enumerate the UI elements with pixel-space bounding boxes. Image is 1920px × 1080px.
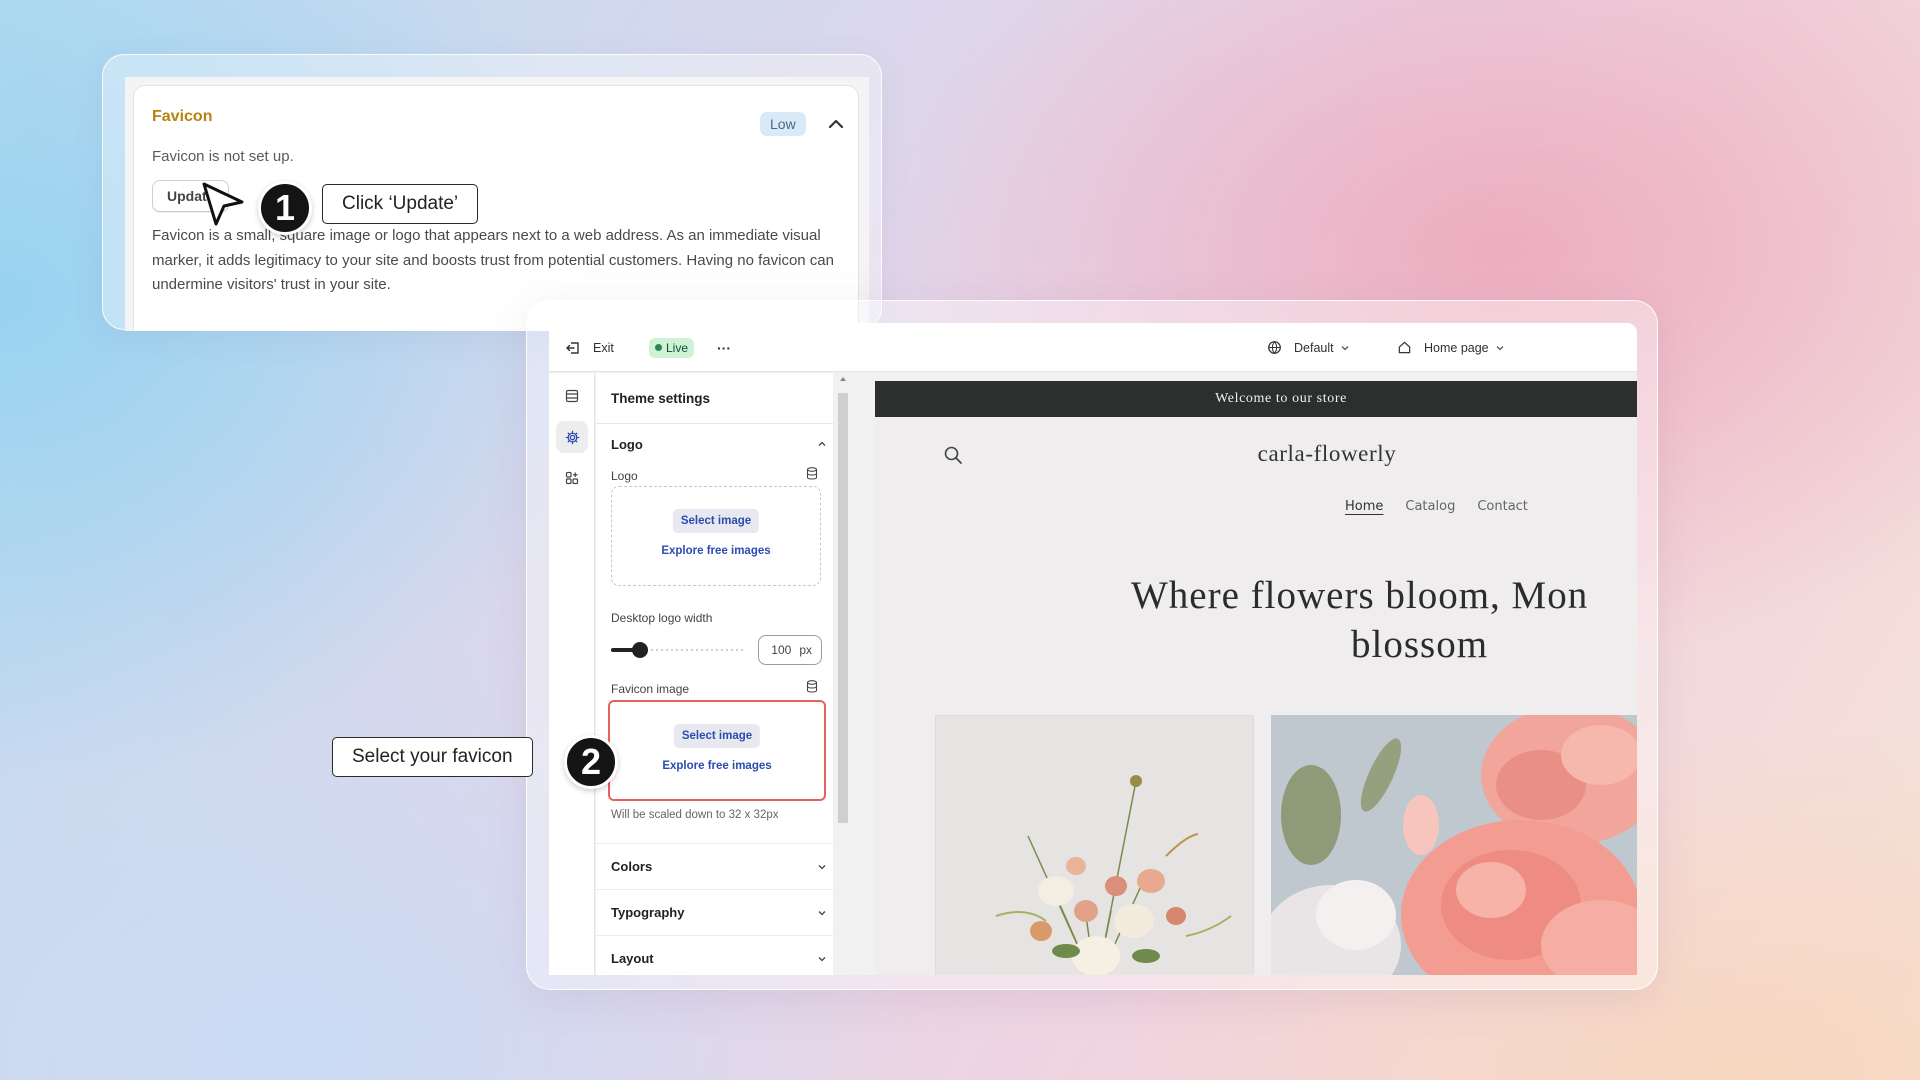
live-status: Live xyxy=(649,323,695,372)
bouquet-image[interactable] xyxy=(935,715,1254,975)
globe-icon xyxy=(1268,341,1281,354)
apps-tab[interactable] xyxy=(556,462,588,494)
favicon-field-label: Favicon image xyxy=(611,682,690,696)
mouse-cursor-icon xyxy=(202,182,244,226)
logo-width-label: Desktop logo width xyxy=(611,611,713,625)
theme-editor-frame: Exit Live ··· Default Home page Theme se… xyxy=(526,300,1658,990)
logo-width-input[interactable]: 100 px xyxy=(758,635,822,665)
chevron-up-icon[interactable] xyxy=(824,112,848,136)
logo-field-label: Logo xyxy=(611,469,638,483)
exit-label: Exit xyxy=(593,340,614,355)
nav-contact[interactable]: Contact xyxy=(1477,499,1528,514)
store-logo-text[interactable]: carla-flowerly xyxy=(1107,441,1547,467)
issue-title: Favicon xyxy=(152,108,213,125)
exit-icon xyxy=(566,341,579,354)
sections-tab[interactable] xyxy=(556,380,588,412)
more-icon: ··· xyxy=(717,339,731,356)
logo-section-header[interactable]: Logo xyxy=(611,437,643,452)
select-image-button[interactable]: Select image xyxy=(672,509,760,533)
divider xyxy=(596,935,833,936)
database-icon[interactable] xyxy=(806,467,818,480)
chevron-down-icon[interactable] xyxy=(816,861,828,873)
logo-width-slider-knob[interactable] xyxy=(632,642,649,658)
theme-settings-panel: Theme settings Logo Logo Select image Ex… xyxy=(596,373,833,975)
divider xyxy=(596,889,833,890)
step-2-callout: Select your favicon xyxy=(332,737,533,777)
page-select[interactable]: Home page xyxy=(1397,323,1505,372)
panel-title: Theme settings xyxy=(611,391,711,406)
page-select-label: Home page xyxy=(1424,340,1489,355)
divider xyxy=(596,843,833,844)
home-icon xyxy=(1398,341,1411,354)
hero-line-1: Where flowers bloom, Mon xyxy=(1131,574,1589,617)
bouquet-illustration xyxy=(995,775,1232,975)
apps-icon xyxy=(565,471,579,485)
favicon-dropzone[interactable]: Select image Explore free images xyxy=(608,700,826,801)
hero-line-2: blossom xyxy=(1351,623,1489,666)
favicon-hint: Will be scaled down to 32 x 32px xyxy=(611,809,779,821)
typography-section-header[interactable]: Typography xyxy=(611,905,684,920)
chevron-down-icon[interactable] xyxy=(816,907,828,919)
gear-icon xyxy=(565,430,579,444)
layout-section-header[interactable]: Layout xyxy=(611,951,654,966)
nav-catalog[interactable]: Catalog xyxy=(1405,499,1455,514)
chevron-down-icon xyxy=(1341,345,1349,350)
logo-width-unit: px xyxy=(799,643,812,657)
more-actions-button[interactable]: ··· xyxy=(717,323,731,372)
editor-topbar: Exit Live ··· Default Home page xyxy=(549,323,1637,372)
colors-section-header[interactable]: Colors xyxy=(611,859,652,874)
search-icon[interactable] xyxy=(943,445,963,465)
step-1-callout: Click ‘Update’ xyxy=(322,184,479,224)
live-label: Live xyxy=(666,340,689,355)
chevron-down-icon[interactable] xyxy=(816,953,828,965)
chevron-down-icon xyxy=(1496,345,1504,350)
issue-status-text: Favicon is not set up. xyxy=(152,148,294,165)
logo-width-value: 100 xyxy=(771,643,792,657)
chevron-up-icon[interactable] xyxy=(816,438,828,450)
divider xyxy=(596,423,833,424)
live-dot xyxy=(655,344,662,351)
hero-heading: Where flowers bloom, Mon blossom xyxy=(1131,571,1637,669)
step-2-marker: 2 xyxy=(564,735,618,789)
theme-editor: Exit Live ··· Default Home page Theme se… xyxy=(549,323,1637,975)
store-nav: Home Catalog Contact xyxy=(1345,499,1528,514)
exit-button[interactable]: Exit xyxy=(565,323,614,372)
explore-free-images-link[interactable]: Explore free images xyxy=(612,545,820,557)
peony-image[interactable] xyxy=(1271,715,1637,975)
theme-select-label: Default xyxy=(1294,340,1334,355)
favicon-explore-free-images-link[interactable]: Explore free images xyxy=(610,760,824,772)
step-1-marker: 1 xyxy=(258,181,312,235)
theme-select[interactable]: Default xyxy=(1267,323,1350,372)
issue-description: Favicon is a small, square image or logo… xyxy=(152,227,834,293)
priority-badge: Low xyxy=(760,112,806,136)
announcement-bar: Welcome to our store xyxy=(875,381,1637,417)
favicon-select-image-button[interactable]: Select image xyxy=(673,724,761,748)
live-badge: Live xyxy=(649,337,695,358)
sections-icon xyxy=(565,389,579,403)
peony-illustration xyxy=(1271,715,1637,975)
logo-dropzone[interactable]: Select image Explore free images xyxy=(611,486,821,586)
theme-settings-tab[interactable] xyxy=(556,421,588,453)
editor-icon-rail xyxy=(549,373,595,975)
nav-home[interactable]: Home xyxy=(1345,499,1383,514)
panel-scrollbar[interactable] xyxy=(838,393,848,823)
store-preview: Welcome to our store carla-flowerly Home… xyxy=(875,381,1637,975)
database-icon[interactable] xyxy=(806,680,818,693)
scroll-up-arrow-icon[interactable] xyxy=(838,373,848,385)
